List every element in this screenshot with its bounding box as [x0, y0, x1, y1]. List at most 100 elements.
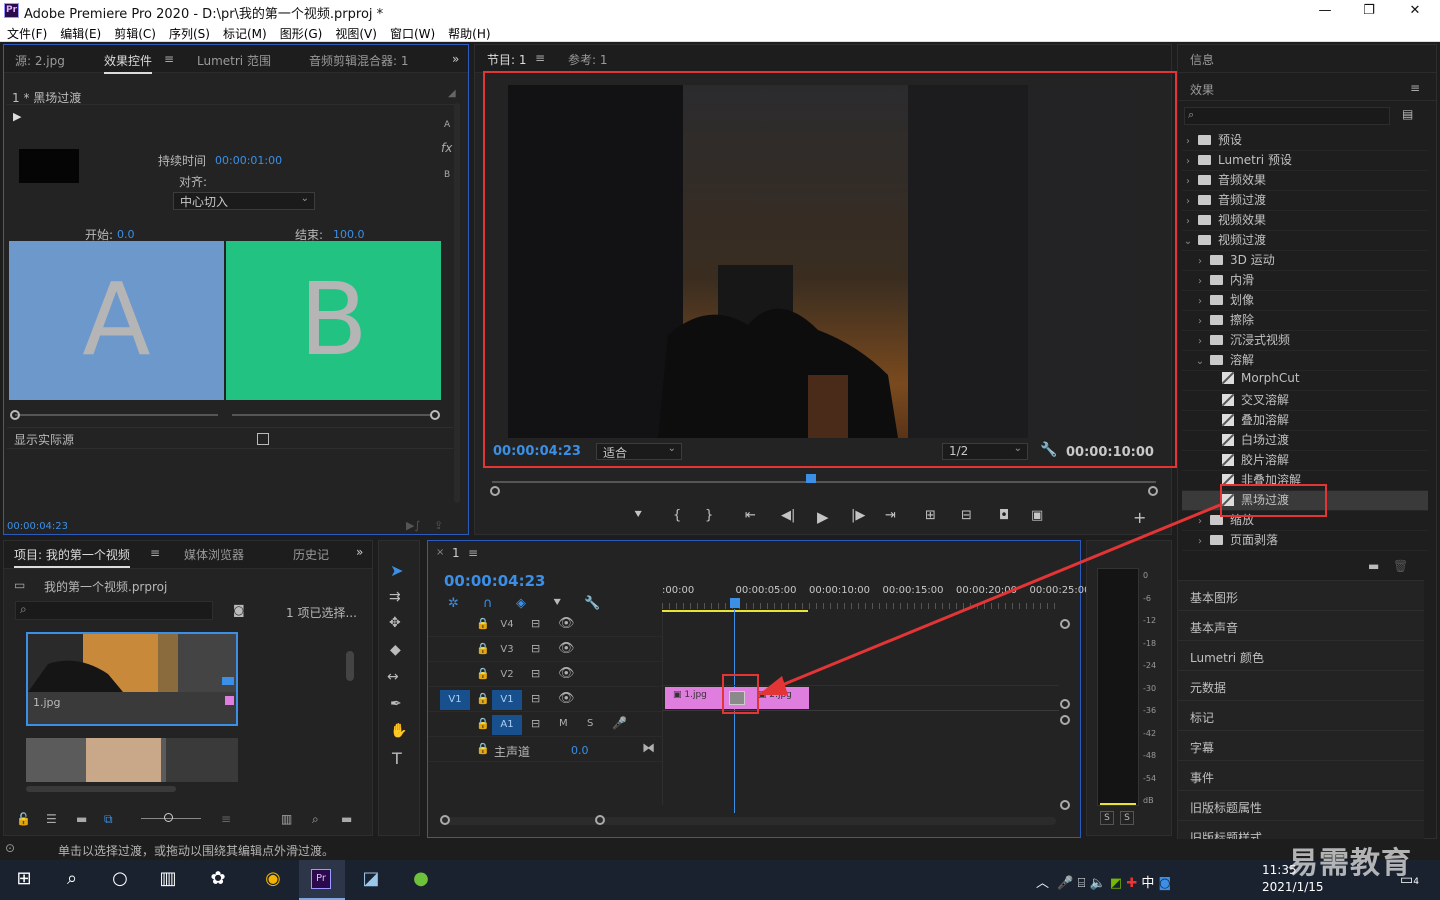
menu-help[interactable]: 帮助(H): [441, 22, 496, 42]
project-item-2[interactable]: [26, 738, 238, 782]
premiere-taskbar-button[interactable]: Pr: [299, 860, 345, 900]
effect-tree-item[interactable]: › 3D 运动: [1182, 251, 1428, 271]
resolution-dropdown[interactable]: 1/2 ⌄: [942, 443, 1028, 460]
qq-icon[interactable]: ◙: [1159, 876, 1172, 891]
mark-in-icon[interactable]: {: [673, 508, 681, 523]
program-video-frame[interactable]: [508, 85, 1137, 438]
project-scrollbar[interactable]: [346, 651, 354, 681]
sync-lock-icon[interactable]: ⊟: [531, 617, 540, 630]
menu-edit[interactable]: 编辑(E): [53, 22, 107, 42]
app-pinwheel-icon[interactable]: ✿: [198, 868, 238, 889]
program-menu-icon[interactable]: ≡: [535, 51, 545, 65]
new-bin-icon[interactable]: ▤: [1402, 107, 1413, 121]
tray-expand-icon[interactable]: ︿: [1036, 876, 1049, 891]
panel-list-item[interactable]: 基本声音: [1178, 610, 1424, 640]
close-tab-icon[interactable]: ×: [436, 547, 444, 558]
chrome-icon[interactable]: ◉: [253, 868, 293, 889]
a-zoom-handle-bottom[interactable]: [1060, 800, 1070, 810]
step-back-icon[interactable]: ◀|: [781, 508, 795, 523]
ripple-edit-tool-icon[interactable]: ✥: [389, 615, 401, 631]
extract-icon[interactable]: ⊟: [961, 508, 972, 523]
play-transition-icon[interactable]: ▶: [13, 110, 21, 123]
chevron-down-icon[interactable]: ⌄: [1194, 356, 1206, 367]
more-tabs-icon[interactable]: »: [452, 52, 459, 66]
effect-tree-item[interactable]: MorphCut: [1182, 371, 1428, 391]
lock-icon[interactable]: 🔒: [476, 642, 490, 655]
find-bin-icon[interactable]: ◙: [233, 603, 245, 617]
green-app-icon[interactable]: ●: [401, 868, 441, 889]
mute-button[interactable]: M: [559, 718, 568, 729]
new-bin-folder-icon[interactable]: ▬: [341, 812, 352, 826]
lift-icon[interactable]: ⊞: [925, 508, 936, 523]
maximize-button[interactable]: ❐: [1346, 2, 1392, 20]
nest-icon[interactable]: ✲: [448, 596, 459, 611]
clock-date[interactable]: 2021/1/15: [1262, 880, 1324, 894]
add-marker-icon[interactable]: ⯆: [633, 508, 643, 523]
step-forward-icon[interactable]: |▶: [851, 508, 865, 523]
work-area-bar[interactable]: [662, 610, 808, 612]
wrench-icon[interactable]: 🔧: [1040, 442, 1057, 458]
track-target-toggle[interactable]: V3: [492, 640, 522, 660]
lock-icon[interactable]: 🔒: [476, 742, 490, 755]
project-menu-icon[interactable]: ≡: [150, 546, 160, 560]
solo-right-button[interactable]: S: [1120, 811, 1134, 825]
tab-audio-mixer[interactable]: 音频剪辑混合器: 1: [309, 52, 409, 69]
project-item-1[interactable]: 1.jpg: [26, 632, 238, 726]
track-select-tool-icon[interactable]: ⇉: [389, 589, 401, 605]
microphone-icon[interactable]: 🎤: [612, 716, 627, 730]
a-zoom-handle[interactable]: [1060, 715, 1070, 725]
chevron-right-icon[interactable]: ›: [1182, 136, 1194, 147]
effect-tree-item[interactable]: 白场过渡: [1182, 431, 1428, 451]
chevron-right-icon[interactable]: ›: [1194, 536, 1206, 547]
show-actual-checkbox[interactable]: [257, 433, 269, 445]
lock-icon[interactable]: 🔒: [476, 717, 490, 730]
input-language[interactable]: 中: [1141, 876, 1154, 891]
effect-tree-item[interactable]: › 预设: [1182, 131, 1428, 151]
menu-file[interactable]: 文件(F): [0, 22, 53, 42]
source-patch-v1[interactable]: V1: [440, 690, 470, 710]
cortana-icon[interactable]: ○: [100, 868, 140, 889]
effects-search-input[interactable]: ⌕: [1184, 107, 1390, 125]
fit-dropdown[interactable]: 适合 ⌄: [596, 443, 682, 460]
track-target-toggle[interactable]: V4: [492, 615, 522, 635]
settings-wrench-icon[interactable]: 🔧: [584, 596, 600, 611]
selection-tool-icon[interactable]: ➤: [390, 561, 403, 580]
panel-list-item[interactable]: 基本图形: [1178, 580, 1424, 610]
volume-icon[interactable]: 🔈: [1090, 876, 1106, 891]
chevron-down-icon[interactable]: ⌄: [1182, 236, 1194, 247]
lock-icon[interactable]: 🔒: [476, 617, 490, 630]
align-dropdown[interactable]: 中心切入 ⌄: [173, 192, 315, 210]
menu-sequence[interactable]: 序列(S): [162, 22, 216, 42]
eye-icon[interactable]: 👁: [558, 641, 575, 656]
search-icon[interactable]: ⌕: [52, 868, 92, 889]
panel-list-item[interactable]: 事件: [1178, 760, 1424, 790]
chevron-right-icon[interactable]: ›: [1182, 156, 1194, 167]
program-timecode[interactable]: 00:00:04:23: [493, 444, 581, 459]
timeline-timecode[interactable]: 00:00:04:23: [444, 572, 546, 590]
sync-lock-icon[interactable]: ⊟: [531, 717, 540, 730]
tab-lumetri-scopes[interactable]: Lumetri 范围: [197, 52, 271, 69]
solo-left-button[interactable]: S: [1100, 811, 1114, 825]
effect-tree-item[interactable]: › 音频过渡: [1182, 191, 1428, 211]
sequence-menu-icon[interactable]: ≡: [468, 546, 478, 560]
timeline-playhead-handle[interactable]: [730, 598, 740, 608]
tab-sequence[interactable]: 1: [452, 546, 460, 560]
filter-icon[interactable]: ▶∫: [406, 519, 420, 532]
hand-tool-icon[interactable]: ✋: [390, 723, 407, 739]
tab-info[interactable]: 信息: [1190, 51, 1214, 68]
new-folder-icon[interactable]: ▬: [1368, 559, 1379, 573]
add-button-icon[interactable]: +: [1133, 508, 1146, 527]
eye-icon[interactable]: 👁: [558, 691, 575, 706]
chevron-right-icon[interactable]: ›: [1194, 276, 1206, 287]
project-horizontal-scrollbar[interactable]: [26, 786, 176, 792]
task-view-icon[interactable]: ▥: [148, 868, 188, 889]
tab-reference[interactable]: 参考: 1: [568, 51, 608, 68]
v-zoom-handle-mid[interactable]: [1060, 699, 1070, 709]
panel-menu-icon[interactable]: ≡: [164, 52, 174, 66]
lock-icon[interactable]: 🔒: [476, 667, 490, 680]
windows-start-icon[interactable]: ⊞: [4, 868, 44, 889]
go-to-in-icon[interactable]: ⇤: [745, 508, 756, 523]
effect-tree-item[interactable]: ⌄ 溶解: [1182, 351, 1428, 371]
freeform-view-icon[interactable]: ⧉: [104, 812, 113, 827]
menu-clip[interactable]: 剪辑(C): [107, 22, 162, 42]
